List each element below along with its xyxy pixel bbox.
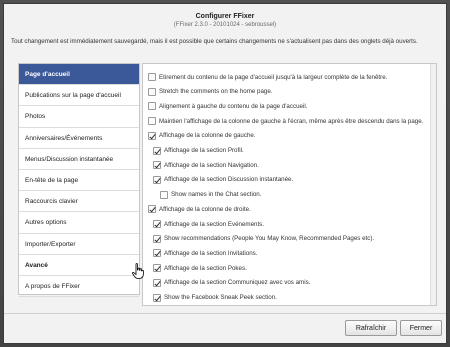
option-row[interactable]: Affichage de la section Profil.	[153, 145, 244, 157]
option-row[interactable]: Alignement à gauche du contenu de la pag…	[148, 100, 307, 112]
refresh-button[interactable]: Rafraîchir	[345, 320, 397, 336]
option-row[interactable]: Show the Facebook Sneak Peek section.	[153, 292, 277, 304]
dialog-header: Configurer FFixer (FFixer 2.3.0 - 201010…	[4, 4, 446, 36]
nav-item-anniversaires[interactable]: Anniversaires/Événements	[19, 128, 139, 149]
option-row[interactable]: Affichage de la colonne de gauche.	[148, 130, 256, 142]
option-checkbox[interactable]	[153, 249, 161, 258]
option-row[interactable]: Affichage de la section Discussion insta…	[153, 174, 293, 186]
option-label: Affichage de la section Invitations.	[164, 249, 258, 257]
option-checkbox[interactable]	[148, 102, 156, 111]
option-label: Affichage de la colonne de gauche.	[159, 132, 256, 140]
option-checkbox[interactable]	[160, 190, 168, 199]
dialog-info-text: Tout changement est immédiatement sauveg…	[11, 38, 418, 45]
option-row[interactable]: Stretch the comments on the home page.	[148, 86, 273, 98]
dialog-title: Configurer FFixer	[195, 13, 255, 20]
option-label: Affichage de la section Profil.	[164, 147, 244, 154]
option-checkbox[interactable]	[153, 264, 161, 273]
option-checkbox[interactable]	[153, 146, 161, 155]
nav-item-raccourcis[interactable]: Raccourcis clavier	[19, 191, 139, 213]
dialog-subtitle: (FFixer 2.3.0 - 20101024 - sebroussel)	[173, 22, 277, 28]
option-row[interactable]: Affichage de la section Invitations.	[153, 247, 257, 259]
option-row[interactable]: Affichage de la section Navigation.	[153, 159, 259, 171]
option-row[interactable]: Etirement du contenu de la page d'accuei…	[148, 71, 387, 83]
nav-item-importer-exporter[interactable]: Importer/Exporter	[19, 234, 139, 255]
option-label: Affichage de la colonne de droite.	[159, 205, 251, 213]
option-row[interactable]: Show names in the Chat section.	[160, 189, 261, 201]
option-label: Maintien l'affichage de la colonne de ga…	[159, 117, 424, 125]
option-checkbox[interactable]	[153, 278, 161, 287]
nav-item-en-tete[interactable]: En-tête de la page	[19, 170, 139, 192]
option-label: Affichage de la section Communiquez avec…	[164, 279, 311, 287]
option-row[interactable]: Affichage de la colonne de droite.	[148, 203, 251, 215]
settings-nav: Page d'accueil Publications sur la page …	[18, 63, 140, 298]
option-checkbox[interactable]	[148, 131, 156, 140]
options-scrollbar[interactable]	[430, 64, 436, 305]
ffixer-config-dialog: Configurer FFixer (FFixer 2.3.0 - 201010…	[3, 3, 447, 344]
option-row[interactable]: Show recommendations (People You May Kno…	[153, 233, 374, 245]
option-label: Stretch the comments on the home page.	[159, 88, 273, 96]
option-label: Affichage de la section Evénements.	[164, 220, 264, 228]
option-checkbox[interactable]	[153, 220, 161, 228]
option-checkbox[interactable]	[148, 205, 156, 214]
nav-item-a-propos[interactable]: A propos de FFixer	[19, 276, 139, 298]
option-row[interactable]: Affichage de la section Communiquez avec…	[153, 277, 310, 289]
option-label: Etirement du contenu de la page d'accuei…	[159, 73, 388, 81]
option-label: Affichage de la section Navigation.	[164, 161, 259, 169]
option-checkbox[interactable]	[153, 175, 161, 184]
nav-item-menus-discussion[interactable]: Menus/Discussion instantanée	[19, 149, 139, 170]
option-checkbox[interactable]	[153, 234, 161, 243]
option-label: Alignement à gauche du contenu de la pag…	[159, 102, 308, 110]
option-label: Affichage de la section Discussion insta…	[164, 176, 294, 184]
footer-divider	[4, 313, 446, 314]
nav-item-autres-options[interactable]: Autres options	[19, 212, 139, 234]
close-button[interactable]: Fermer	[400, 320, 442, 336]
option-label: Show recommendations (People You May Kno…	[164, 235, 375, 243]
option-checkbox[interactable]	[148, 73, 156, 81]
nav-item-publications[interactable]: Publications sur la page d'accueil	[19, 85, 139, 107]
option-checkbox[interactable]	[153, 161, 161, 170]
options-panel: Etirement du contenu de la page d'accuei…	[142, 63, 437, 306]
option-checkbox[interactable]	[148, 87, 156, 96]
nav-item-page-accueil[interactable]: Page d'accueil	[19, 64, 139, 86]
option-checkbox[interactable]	[148, 117, 156, 126]
nav-item-photos[interactable]: Photos	[19, 106, 139, 128]
option-label: Show names in the Chat section.	[171, 191, 262, 199]
hand-cursor-icon	[132, 263, 144, 279]
option-row[interactable]: Affichage de la section Evénements.	[153, 218, 264, 230]
option-label: Show the Facebook Sneak Peek section.	[164, 294, 277, 301]
option-row[interactable]: Affichage de la section Pokes.	[153, 262, 247, 274]
option-label: Affichage de la section Pokes.	[164, 264, 247, 272]
option-checkbox[interactable]	[153, 293, 161, 302]
option-row[interactable]: Maintien l'affichage de la colonne de ga…	[148, 115, 423, 127]
nav-section-avance: Avancé	[19, 255, 139, 276]
